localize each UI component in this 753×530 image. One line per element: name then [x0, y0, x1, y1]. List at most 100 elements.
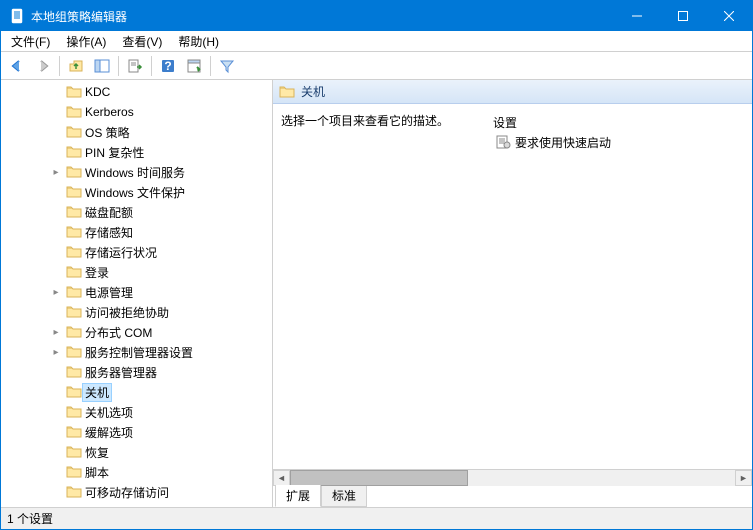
tree-item[interactable]: 关机选项: [1, 402, 272, 422]
tree-item-label: 恢复: [82, 444, 112, 461]
app-icon: [9, 8, 25, 24]
tree-item-label: 分布式 COM: [82, 324, 155, 341]
content-area: KDC Kerberos OS 策略 PIN 复杂性 ▸ Windows 时间服务Wind…: [1, 80, 752, 507]
scroll-left-button[interactable]: ◄: [273, 470, 290, 486]
tree-item-label: 磁盘配额: [82, 204, 136, 221]
detail-items: 要求使用快速启动: [493, 133, 744, 461]
tree-item[interactable]: 登录: [1, 262, 272, 282]
folder-icon: [66, 304, 82, 320]
folder-icon: [66, 284, 82, 300]
tree-item-label: 服务控制管理器设置: [82, 344, 196, 361]
tree-item-label: 存储感知: [82, 224, 136, 241]
tree-item-label: 可移动存储访问: [82, 484, 172, 501]
scroll-thumb[interactable]: [290, 470, 468, 486]
menu-view[interactable]: 查看(V): [114, 31, 170, 52]
tree-item[interactable]: 存储感知: [1, 222, 272, 242]
window-controls: [614, 1, 752, 31]
folder-icon: [66, 144, 82, 160]
folder-icon: [66, 364, 82, 380]
tree-item[interactable]: ▸ 分布式 COM: [1, 322, 272, 342]
back-button[interactable]: [5, 54, 29, 78]
tree-item-label: 脚本: [82, 464, 112, 481]
tree-item[interactable]: 缓解选项: [1, 422, 272, 442]
show-hide-tree-button[interactable]: [90, 54, 114, 78]
filter-button[interactable]: [215, 54, 239, 78]
expander-icon[interactable]: ▸: [48, 327, 64, 338]
detail-header: 关机: [273, 80, 752, 104]
tree-item-label: PIN 复杂性: [82, 144, 147, 161]
toolbar-separator: [118, 56, 119, 76]
export-button[interactable]: [123, 54, 147, 78]
maximize-button[interactable]: [660, 1, 706, 31]
minimize-button[interactable]: [614, 1, 660, 31]
help-button[interactable]: ?: [156, 54, 180, 78]
toolbar-separator: [210, 56, 211, 76]
folder-icon: [66, 84, 82, 100]
window-title: 本地组策略编辑器: [31, 8, 614, 25]
detail-pane: 关机 选择一个项目来查看它的描述。 设置 要求使用快速启动 ◄ ► 扩展 标准: [273, 80, 752, 507]
detail-list: 设置 要求使用快速启动: [493, 112, 744, 461]
detail-header-title: 关机: [301, 83, 325, 100]
folder-icon: [66, 324, 82, 340]
svg-text:?: ?: [164, 59, 171, 73]
tree-item-label: 访问被拒绝协助: [82, 304, 172, 321]
tree-item-label: 登录: [82, 264, 112, 281]
tree-item[interactable]: Windows 文件保护: [1, 182, 272, 202]
tree-item[interactable]: 存储运行状况: [1, 242, 272, 262]
tree-item[interactable]: OS 策略: [1, 122, 272, 142]
folder-icon: [66, 484, 82, 500]
tree-item-label: 关机选项: [82, 404, 136, 421]
tree-item[interactable]: 访问被拒绝协助: [1, 302, 272, 322]
tree-item[interactable]: 关机: [1, 382, 272, 402]
tree-item[interactable]: 恢复: [1, 442, 272, 462]
folder-icon: [66, 244, 82, 260]
menu-file[interactable]: 文件(F): [3, 31, 58, 52]
tree-item-label: KDC: [82, 85, 113, 99]
tree-item-label: Windows 时间服务: [82, 164, 188, 181]
setting-icon: [495, 134, 511, 150]
titlebar: 本地组策略编辑器: [1, 1, 752, 31]
setting-item-label: 要求使用快速启动: [515, 134, 611, 151]
folder-icon: [66, 184, 82, 200]
scroll-right-button[interactable]: ►: [735, 470, 752, 486]
tree-item-label: 存储运行状况: [82, 244, 160, 261]
folder-icon: [66, 224, 82, 240]
tree-item[interactable]: 脚本: [1, 462, 272, 482]
status-text: 1 个设置: [7, 510, 53, 527]
folder-icon: [66, 464, 82, 480]
settings-column-header[interactable]: 设置: [493, 112, 744, 133]
expander-icon[interactable]: ▸: [48, 347, 64, 358]
tab-extended[interactable]: 扩展: [275, 485, 321, 507]
expander-icon[interactable]: ▸: [48, 287, 64, 298]
folder-icon: [66, 424, 82, 440]
scroll-track[interactable]: [290, 470, 735, 486]
tree-item[interactable]: 服务器管理器: [1, 362, 272, 382]
detail-body: 选择一个项目来查看它的描述。 设置 要求使用快速启动: [273, 104, 752, 469]
tree-item[interactable]: ▸ 服务控制管理器设置: [1, 342, 272, 362]
menu-action[interactable]: 操作(A): [58, 31, 114, 52]
expander-icon[interactable]: ▸: [48, 167, 64, 178]
folder-icon: [279, 84, 295, 100]
close-button[interactable]: [706, 1, 752, 31]
setting-item[interactable]: 要求使用快速启动: [493, 133, 744, 151]
horizontal-scrollbar[interactable]: ◄ ►: [273, 469, 752, 486]
tree-item[interactable]: KDC: [1, 82, 272, 102]
toolbar-separator: [59, 56, 60, 76]
tab-standard[interactable]: 标准: [321, 485, 367, 507]
tree-pane: KDC Kerberos OS 策略 PIN 复杂性 ▸ Windows 时间服务Wind…: [1, 80, 273, 507]
tree-item-label: Kerberos: [82, 105, 137, 119]
tree-item[interactable]: Kerberos: [1, 102, 272, 122]
tree-item[interactable]: ▸ Windows 时间服务: [1, 162, 272, 182]
folder-icon: [66, 344, 82, 360]
tree-item[interactable]: ▸电源管理: [1, 282, 272, 302]
forward-button[interactable]: [31, 54, 55, 78]
menubar: 文件(F) 操作(A) 查看(V) 帮助(H): [1, 31, 752, 52]
tree-item[interactable]: 可移动存储访问: [1, 482, 272, 502]
tree-scroll[interactable]: KDC Kerberos OS 策略 PIN 复杂性 ▸ Windows 时间服务Wind…: [1, 80, 272, 507]
tree-item[interactable]: 磁盘配额: [1, 202, 272, 222]
folder-icon: [66, 124, 82, 140]
properties-button[interactable]: [182, 54, 206, 78]
up-button[interactable]: [64, 54, 88, 78]
tree-item[interactable]: PIN 复杂性: [1, 142, 272, 162]
menu-help[interactable]: 帮助(H): [170, 31, 227, 52]
